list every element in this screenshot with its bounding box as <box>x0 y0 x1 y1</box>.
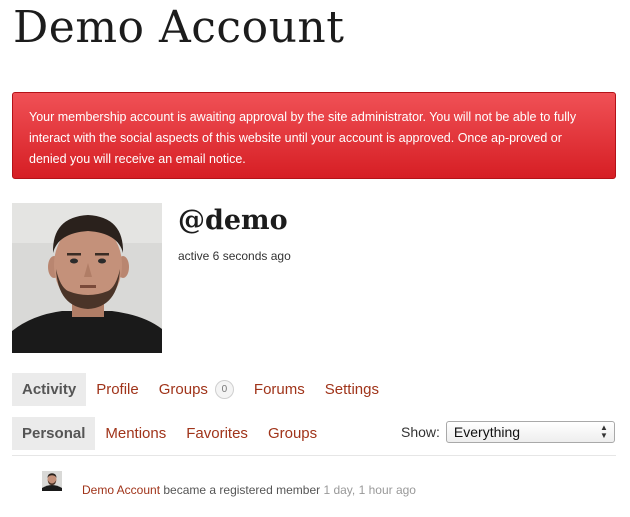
subtab-favorites[interactable]: Favorites <box>176 417 258 450</box>
tab-forums-label: Forums <box>253 381 305 398</box>
tab-groups-label: Groups <box>158 381 208 398</box>
tab-settings[interactable]: Settings <box>315 373 389 406</box>
subtab-mentions[interactable]: Mentions <box>95 417 176 450</box>
tab-groups[interactable]: Groups 0 <box>149 373 244 406</box>
activity-sub-nav: Personal Mentions Favorites Groups <box>12 417 327 450</box>
subtab-mentions-label: Mentions <box>105 425 167 442</box>
subtab-personal[interactable]: Personal <box>12 417 96 450</box>
activity-user-link[interactable]: Demo Account <box>82 483 160 497</box>
tab-profile-label: Profile <box>96 381 139 398</box>
tab-forums[interactable]: Forums <box>244 373 315 406</box>
tab-activity[interactable]: Activity <box>12 373 87 406</box>
activity-action-text: became a registered member <box>160 483 324 497</box>
subtab-personal-label: Personal <box>22 425 86 442</box>
profile-username: @demo <box>178 205 288 236</box>
tab-profile[interactable]: Profile <box>86 373 149 406</box>
subtab-favorites-label: Favorites <box>186 425 248 442</box>
primary-nav: Activity Profile Groups 0 Forums Setting… <box>12 373 389 406</box>
activity-timestamp[interactable]: 1 day, 1 hour ago <box>323 483 416 497</box>
filter-label: Show: <box>401 424 440 440</box>
filter-selected-value: Everything <box>453 424 521 440</box>
select-arrows-icon: ▲ ▼ <box>600 423 608 440</box>
page-title: Demo Account <box>13 2 345 53</box>
tab-activity-label: Activity <box>22 381 77 398</box>
subtab-groups[interactable]: Groups <box>258 417 327 450</box>
activity-filter-select[interactable]: Everything ▲ ▼ <box>445 421 615 443</box>
subtab-groups-label: Groups <box>267 425 318 442</box>
approval-alert: Your membership account is awaiting appr… <box>12 92 616 179</box>
tab-settings-label: Settings <box>324 381 379 398</box>
activity-entry: Demo Account became a registered member … <box>82 483 416 497</box>
profile-photo-icon <box>12 203 162 353</box>
divider <box>12 455 616 456</box>
last-active-status: active 6 seconds ago <box>178 249 291 263</box>
activity-filter: Show: Everything ▲ ▼ <box>401 421 615 443</box>
groups-count-badge: 0 <box>214 380 234 399</box>
profile-avatar[interactable] <box>12 203 162 353</box>
user-avatar-icon <box>42 471 62 491</box>
activity-avatar[interactable] <box>42 471 62 491</box>
